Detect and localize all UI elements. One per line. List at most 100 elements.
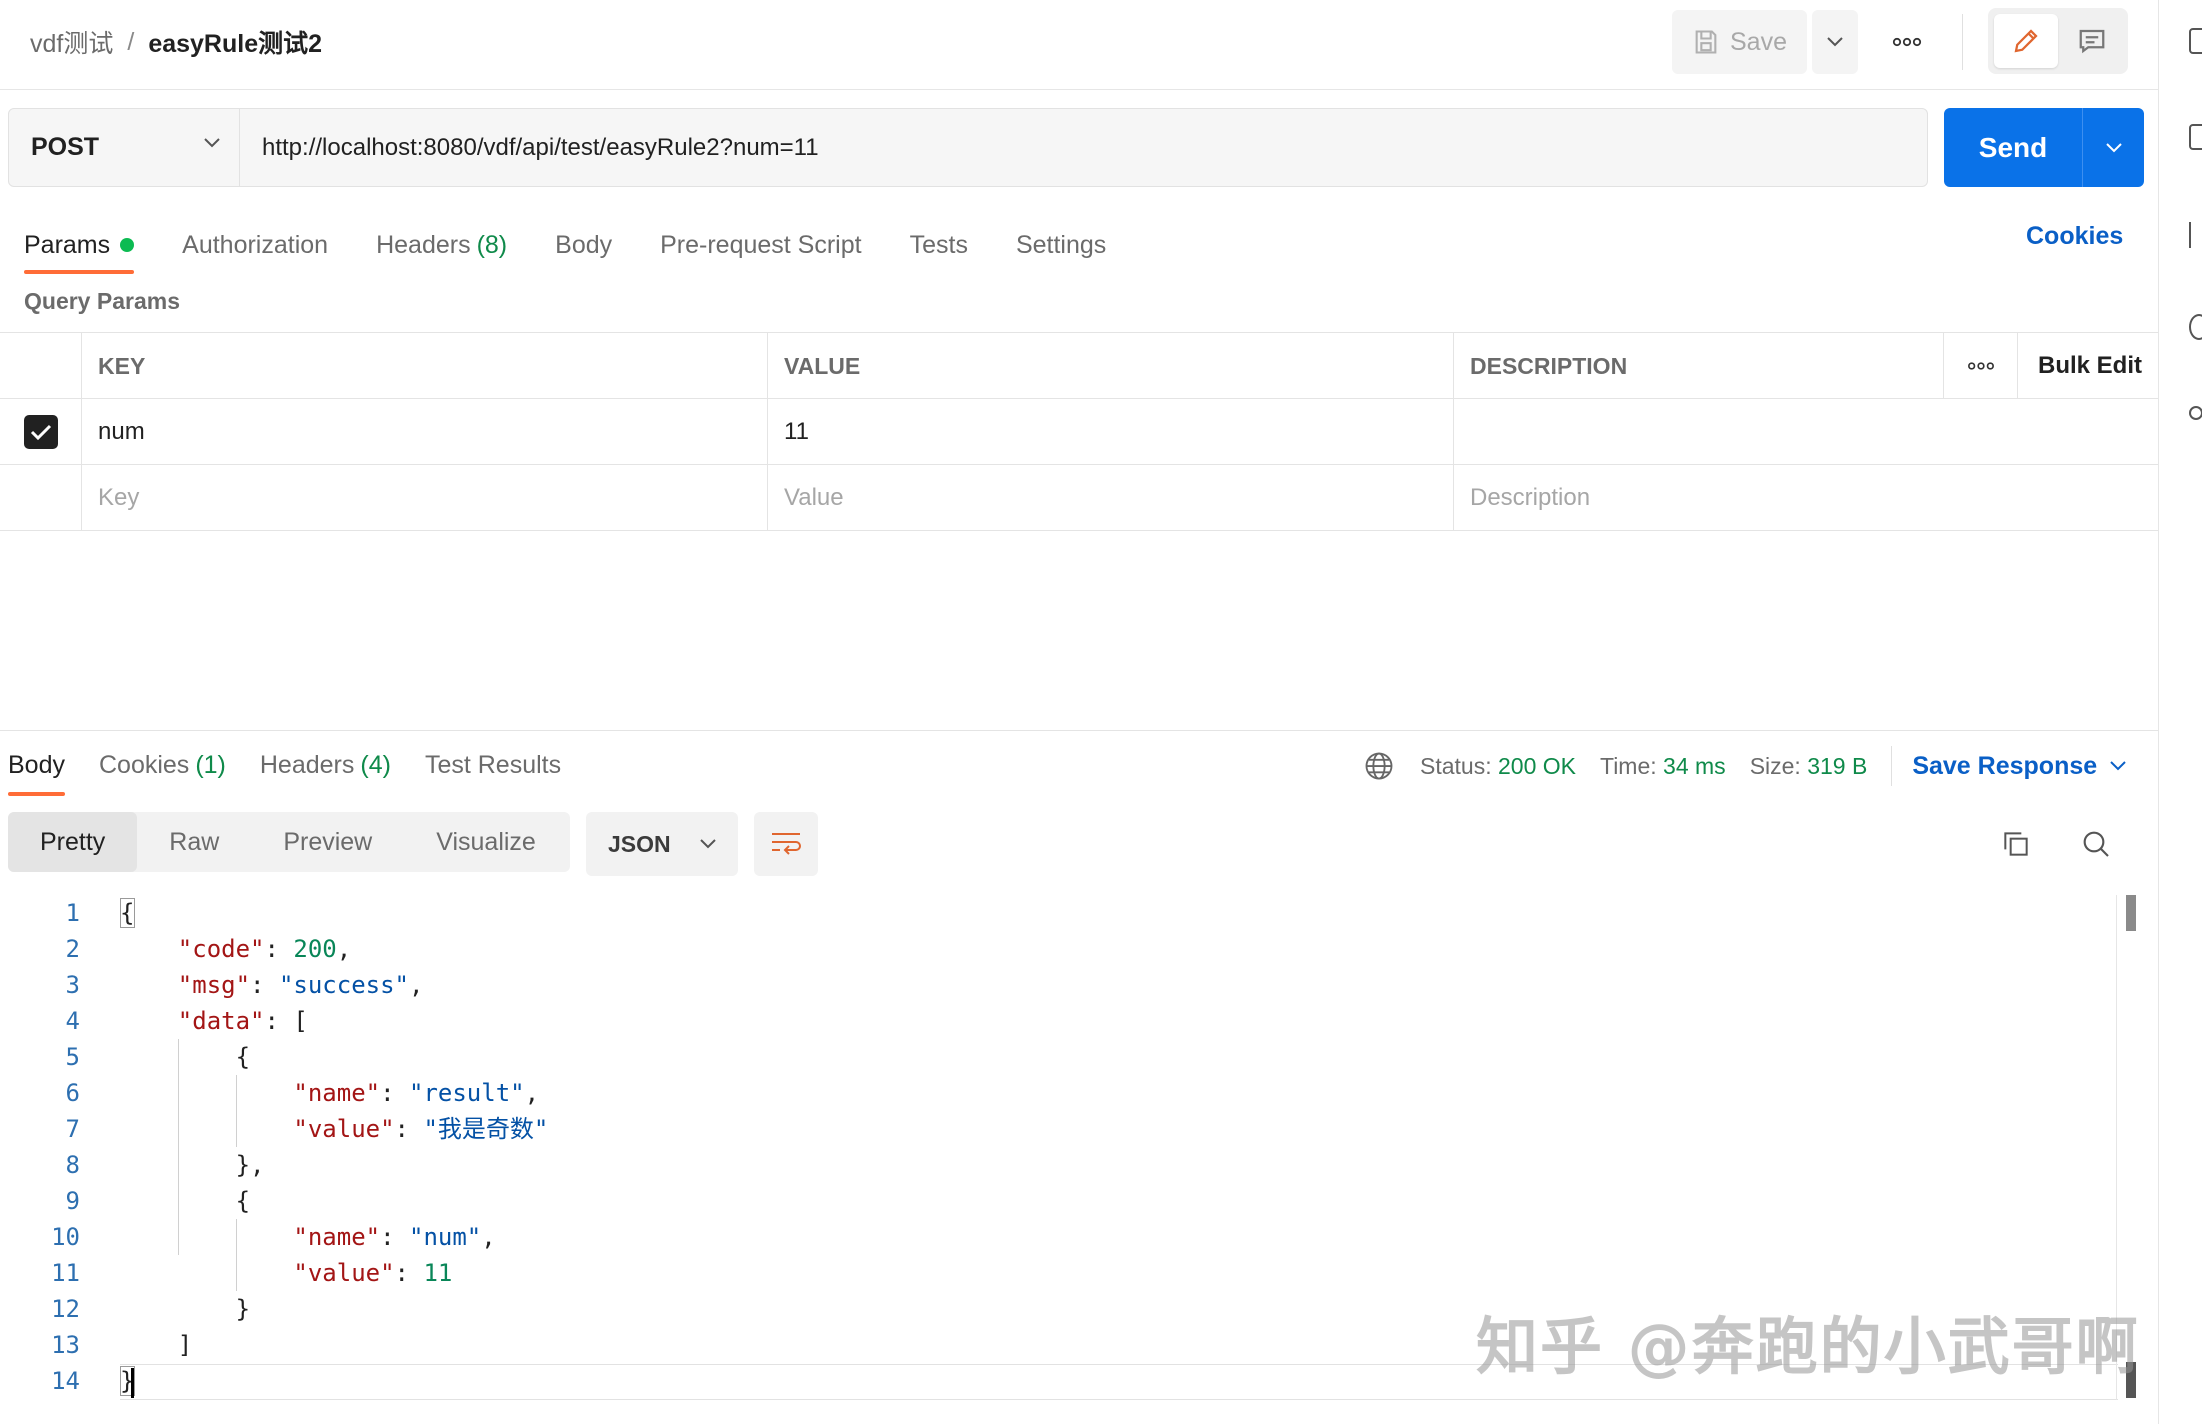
- json-number: 11: [423, 1259, 452, 1287]
- save-icon: [1692, 28, 1720, 56]
- tab-response-headers[interactable]: Headers (4): [260, 740, 391, 790]
- save-options-button[interactable]: [1812, 10, 1858, 74]
- code-line: ]: [120, 1327, 548, 1363]
- text-cursor: [131, 1368, 134, 1398]
- documentation-icon[interactable]: [2189, 28, 2202, 54]
- info-icon[interactable]: [2189, 124, 2202, 150]
- tab-headers[interactable]: Headers (8): [376, 220, 507, 270]
- line-number-gutter: 1 2 3 4 5 6 7 8 9 10 11 12 13 14: [0, 895, 80, 1399]
- tab-response-cookies-label: Cookies: [99, 751, 189, 780]
- new-param-key-input[interactable]: Key: [82, 465, 768, 531]
- breadcrumb: vdf测试 / easyRule测试2: [30, 24, 322, 60]
- param-checkbox[interactable]: [24, 415, 58, 449]
- header-check-cell: [0, 333, 82, 399]
- column-header-description: DESCRIPTION: [1454, 333, 1944, 399]
- response-cookies-count: (1): [195, 751, 226, 780]
- json-string: "success": [279, 971, 409, 999]
- line-number: 13: [0, 1327, 80, 1363]
- request-tabs: Params Authorization Headers (8) Body Pr…: [24, 220, 1154, 270]
- method-select[interactable]: POST: [8, 108, 240, 187]
- code-line: "name": "num",: [120, 1219, 548, 1255]
- tab-response-cookies[interactable]: Cookies (1): [99, 740, 226, 790]
- query-params-table: KEY VALUE DESCRIPTION Bulk Edit num 11 K…: [0, 332, 2158, 531]
- param-value-cell[interactable]: 11: [768, 399, 1454, 465]
- breadcrumb-collection[interactable]: vdf测试: [30, 24, 113, 60]
- right-sidebar: [2158, 0, 2202, 1424]
- new-param-value-input[interactable]: Value: [768, 465, 1454, 531]
- param-key-cell[interactable]: num: [82, 399, 768, 465]
- table-row: num 11: [0, 399, 2158, 465]
- settings-icon[interactable]: [2189, 406, 2202, 420]
- editor-scrollbar-thumb[interactable]: [2126, 895, 2136, 931]
- response-size[interactable]: Size: 319 B: [1750, 753, 1868, 780]
- globe-icon[interactable]: [1364, 751, 1394, 781]
- more-options-button[interactable]: [1885, 22, 1929, 62]
- json-key: "msg": [178, 971, 250, 999]
- tab-body-label: Body: [555, 231, 612, 260]
- table-options-button[interactable]: [1944, 333, 2018, 399]
- comment-icon: [2077, 26, 2107, 56]
- code-line: },: [120, 1147, 548, 1183]
- copy-icon[interactable]: [1996, 824, 2036, 864]
- tab-authorization[interactable]: Authorization: [182, 220, 328, 270]
- history-icon[interactable]: [2189, 314, 2202, 340]
- wrap-lines-button[interactable]: [754, 812, 818, 876]
- response-divider[interactable]: [0, 730, 2158, 731]
- comments-button[interactable]: [2062, 14, 2122, 68]
- view-visualize-button[interactable]: Visualize: [404, 812, 568, 872]
- json-key: "name": [293, 1223, 380, 1251]
- json-key: "data": [178, 1007, 265, 1035]
- request-name[interactable]: easyRule测试2: [148, 24, 322, 60]
- pencil-icon: [2011, 26, 2041, 56]
- meta-divider: [1891, 746, 1892, 786]
- json-string: "result": [409, 1079, 525, 1107]
- code-line: "data": [: [120, 1003, 548, 1039]
- format-label: JSON: [608, 831, 671, 858]
- json-string: "我是奇数": [423, 1115, 548, 1143]
- param-description-cell[interactable]: [1454, 399, 2158, 465]
- save-button[interactable]: Save: [1672, 10, 1807, 74]
- mode-toggle: [1988, 8, 2128, 74]
- line-number: 14: [0, 1363, 80, 1399]
- response-time[interactable]: Time: 34 ms: [1600, 753, 1726, 780]
- params-active-dot: [120, 238, 134, 252]
- time-value: 34 ms: [1663, 753, 1726, 779]
- tab-params[interactable]: Params: [24, 220, 134, 270]
- table-header-row: KEY VALUE DESCRIPTION Bulk Edit: [0, 333, 2158, 399]
- code-icon[interactable]: [2189, 222, 2202, 248]
- size-label: Size:: [1750, 753, 1801, 779]
- tab-response-body[interactable]: Body: [8, 740, 65, 790]
- line-number: 5: [0, 1039, 80, 1075]
- response-view-toggle: Pretty Raw Preview Visualize: [8, 812, 570, 872]
- url-input[interactable]: [240, 108, 1928, 187]
- watermark: 知乎 @奔跑的小武哥啊: [1476, 1296, 2140, 1386]
- json-key: "code": [178, 935, 265, 963]
- edit-mode-button[interactable]: [1994, 14, 2058, 68]
- column-header-key: KEY: [82, 333, 768, 399]
- new-param-description-input[interactable]: Description: [1454, 465, 2158, 531]
- cookies-link[interactable]: Cookies: [2026, 222, 2123, 251]
- column-header-value: VALUE: [768, 333, 1454, 399]
- view-pretty-button[interactable]: Pretty: [8, 812, 137, 872]
- tab-tests-label: Tests: [910, 231, 968, 260]
- view-raw-button[interactable]: Raw: [137, 812, 251, 872]
- code-line: "code": 200,: [120, 931, 548, 967]
- tab-prerequest-script[interactable]: Pre-request Script: [660, 220, 861, 270]
- response-status[interactable]: Status: 200 OK: [1420, 753, 1576, 780]
- check-icon: [30, 423, 52, 441]
- tab-settings[interactable]: Settings: [1016, 220, 1106, 270]
- send-button[interactable]: Send: [1944, 108, 2082, 187]
- json-number: 200: [293, 935, 336, 963]
- bulk-edit-button[interactable]: Bulk Edit: [2018, 333, 2158, 399]
- chevron-down-icon: [2109, 760, 2127, 772]
- view-preview-button[interactable]: Preview: [251, 812, 404, 872]
- tab-tests[interactable]: Tests: [910, 220, 968, 270]
- tab-body[interactable]: Body: [555, 220, 612, 270]
- send-options-button[interactable]: [2082, 108, 2144, 187]
- tab-headers-label: Headers: [376, 231, 471, 260]
- save-response-button[interactable]: Save Response: [1912, 752, 2127, 781]
- tab-test-results[interactable]: Test Results: [425, 740, 561, 790]
- code-lines: { "code": 200, "msg": "success", "data":…: [120, 895, 548, 1399]
- format-select[interactable]: JSON: [586, 812, 738, 876]
- search-icon[interactable]: [2076, 824, 2116, 864]
